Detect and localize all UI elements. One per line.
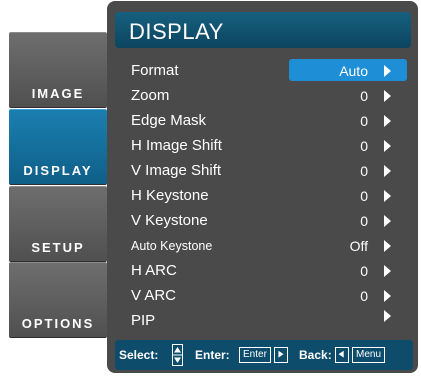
up-down-icon — [172, 344, 183, 366]
select-label: Select: — [119, 348, 159, 362]
menu-item-value: 0 — [360, 138, 368, 154]
menu-item-value: 0 — [360, 213, 368, 229]
chevron-right-icon — [384, 265, 391, 277]
menu-item-label: Auto Keystone — [131, 239, 213, 253]
menu-item-label: Zoom — [131, 87, 170, 104]
menu-item-v-arc[interactable]: V ARC 0 — [131, 284, 404, 306]
menu-item-value: 0 — [360, 188, 368, 204]
menu-key: Menu — [352, 347, 386, 363]
menu-item-label: Edge Mask — [131, 112, 207, 129]
menu-item-v-image-shift[interactable]: V Image Shift 0 — [131, 159, 404, 181]
menu-item-label: H Keystone — [131, 187, 209, 204]
menu-item-v-keystone[interactable]: V Keystone 0 — [131, 209, 404, 231]
menu-item-value: 0 — [360, 263, 368, 279]
right-arrow-key-icon — [274, 347, 288, 363]
sidebar: IMAGE DISPLAY SETUP OPTIONS — [9, 32, 107, 338]
page-title: DISPLAY — [129, 19, 224, 44]
tab-image[interactable]: IMAGE — [9, 32, 107, 108]
chevron-right-icon — [384, 165, 391, 177]
tab-setup[interactable]: SETUP — [9, 186, 107, 262]
menu-item-edge-mask[interactable]: Edge Mask 0 — [131, 109, 404, 131]
chevron-right-icon — [384, 115, 391, 127]
menu-item-value: Auto — [339, 63, 368, 79]
chevron-right-icon — [384, 190, 391, 202]
menu-item-h-arc[interactable]: H ARC 0 — [131, 259, 404, 281]
chevron-right-icon — [384, 65, 391, 77]
menu-item-value: Off — [349, 238, 368, 254]
chevron-right-icon — [384, 290, 391, 302]
tab-image-label: IMAGE — [31, 86, 85, 101]
tab-display-label: DISPLAY — [23, 163, 93, 178]
enter-key: Enter — [239, 347, 271, 363]
menu-item-h-keystone[interactable]: H Keystone 0 — [131, 184, 404, 206]
enter-label: Enter: — [195, 348, 230, 362]
menu-item-value: 0 — [360, 163, 368, 179]
title-bar: DISPLAY — [115, 12, 411, 48]
menu-item-h-image-shift[interactable]: H Image Shift 0 — [131, 134, 404, 156]
left-arrow-key-icon — [335, 347, 349, 363]
menu-item-value: 0 — [360, 113, 368, 129]
menu-item-auto-keystone[interactable]: Auto Keystone Off — [131, 234, 404, 256]
chevron-right-icon — [384, 140, 391, 152]
menu-item-zoom[interactable]: Zoom 0 — [131, 84, 404, 106]
menu-item-label: Format — [131, 62, 179, 79]
menu-item-label: V ARC — [131, 287, 177, 304]
menu-item-pip[interactable]: PIP — [131, 309, 404, 331]
menu-item-label: PIP — [131, 312, 156, 329]
chevron-right-icon — [384, 310, 391, 322]
menu-item-format[interactable]: Format Auto — [131, 59, 407, 81]
back-label: Back: — [299, 348, 332, 362]
menu-item-label: V Image Shift — [131, 162, 222, 179]
tab-setup-label: SETUP — [31, 240, 85, 255]
tab-options[interactable]: OPTIONS — [9, 262, 107, 338]
menu-item-value: 0 — [360, 88, 368, 104]
chevron-right-icon — [384, 90, 391, 102]
help-footer: Select: Enter: Enter Back: Menu — [115, 340, 413, 370]
menu-item-value: 0 — [360, 288, 368, 304]
chevron-right-icon — [384, 240, 391, 252]
chevron-right-icon — [384, 215, 391, 227]
menu-item-label: V Keystone — [131, 212, 208, 229]
menu-item-label: H ARC — [131, 262, 177, 279]
tab-display[interactable]: DISPLAY — [9, 109, 107, 185]
tab-options-label: OPTIONS — [21, 316, 95, 331]
menu-item-label: H Image Shift — [131, 137, 222, 154]
